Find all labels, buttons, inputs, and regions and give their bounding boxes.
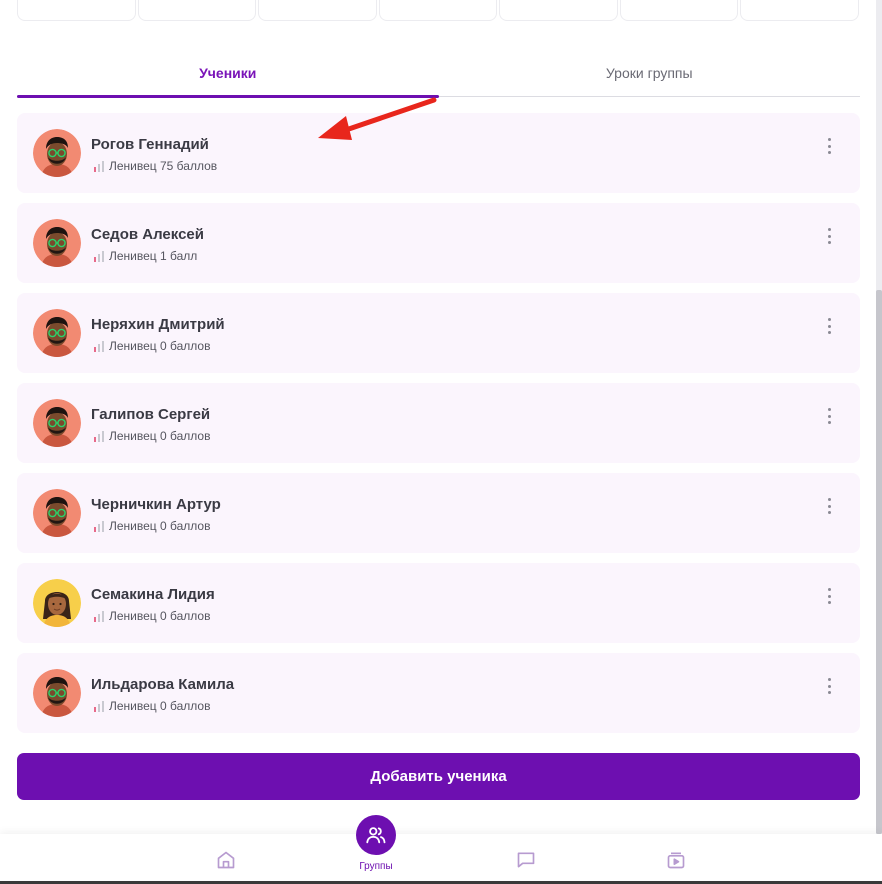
level-bars-icon bbox=[94, 160, 104, 172]
student-name: Рогов Геннадий bbox=[91, 136, 209, 153]
add-student-button[interactable]: Добавить ученика bbox=[17, 753, 860, 800]
top-card[interactable] bbox=[137, 0, 257, 21]
student-name: Семакина Лидия bbox=[91, 586, 215, 603]
more-options-icon[interactable] bbox=[822, 497, 836, 515]
nav-chat[interactable] bbox=[496, 834, 556, 881]
student-name: Черничкин Артур bbox=[91, 496, 221, 513]
top-card[interactable] bbox=[499, 0, 618, 21]
more-options-icon[interactable] bbox=[822, 677, 836, 695]
avatar bbox=[33, 579, 81, 627]
top-card[interactable] bbox=[17, 0, 136, 21]
top-card[interactable] bbox=[378, 0, 498, 21]
student-level-text: Ленивец 1 балл bbox=[109, 249, 198, 263]
nav-groups[interactable] bbox=[356, 815, 396, 855]
student-level-text: Ленивец 0 баллов bbox=[109, 699, 211, 713]
annotation-arrow bbox=[318, 97, 437, 140]
nav-home[interactable] bbox=[196, 834, 256, 881]
top-cards-row bbox=[17, 0, 860, 21]
chat-icon bbox=[517, 852, 535, 868]
student-level: Ленивец 1 балл bbox=[94, 249, 197, 263]
student-name: Седов Алексей bbox=[91, 226, 204, 243]
level-bars-icon bbox=[94, 430, 104, 442]
more-options-icon[interactable] bbox=[822, 137, 836, 155]
more-options-icon[interactable] bbox=[822, 317, 836, 335]
students-list: Рогов Геннадий Ленивец 75 баллов Седов Але… bbox=[17, 113, 860, 743]
student-level: Ленивец 0 баллов bbox=[94, 699, 210, 713]
student-level: Ленивец 75 баллов bbox=[94, 159, 217, 173]
more-options-icon[interactable] bbox=[822, 587, 836, 605]
bottom-nav bbox=[0, 834, 882, 881]
student-name: Неряхин Дмитрий bbox=[91, 316, 225, 333]
scrollbar-thumb[interactable] bbox=[876, 290, 882, 834]
level-bars-icon bbox=[94, 340, 104, 352]
student-card[interactable]: Неряхин Дмитрий Ленивец 0 баллов bbox=[17, 293, 860, 373]
avatar bbox=[33, 399, 81, 447]
level-bars-icon bbox=[94, 520, 104, 532]
top-card[interactable] bbox=[740, 0, 860, 21]
groups-icon bbox=[366, 827, 386, 844]
more-options-icon[interactable] bbox=[822, 407, 836, 425]
media-icon bbox=[667, 852, 685, 869]
avatar bbox=[33, 489, 81, 537]
student-level: Ленивец 0 баллов bbox=[94, 339, 210, 353]
top-card[interactable] bbox=[258, 0, 377, 21]
student-card[interactable]: Ильдарова Камила Ленивец 0 баллов bbox=[17, 653, 860, 733]
nav-groups-label: Группы bbox=[359, 861, 393, 872]
tab-group-lessons[interactable]: Уроки группы bbox=[439, 52, 861, 96]
tabs: Ученики Уроки группы bbox=[17, 52, 861, 98]
student-level-text: Ленивец 0 баллов bbox=[109, 519, 211, 533]
student-card[interactable]: Семакина Лидия Ленивец 0 баллов bbox=[17, 563, 860, 643]
level-bars-icon bbox=[94, 610, 104, 622]
student-level-text: Ленивец 0 баллов bbox=[109, 339, 211, 353]
student-level-text: Ленивец 0 баллов bbox=[109, 609, 211, 623]
level-bars-icon bbox=[94, 700, 104, 712]
level-bars-icon bbox=[94, 250, 104, 262]
home-icon bbox=[217, 851, 235, 869]
student-level-text: Ленивец 75 баллов bbox=[109, 159, 218, 173]
avatar bbox=[33, 309, 81, 357]
student-name: Галипов Сергей bbox=[91, 406, 211, 423]
student-level: Ленивец 0 баллов bbox=[94, 609, 210, 623]
avatar bbox=[33, 129, 81, 177]
student-card[interactable]: Черничкин Артур Ленивец 0 баллов bbox=[17, 473, 860, 553]
avatar bbox=[33, 669, 81, 717]
student-card[interactable]: Седов Алексей Ленивец 1 балл bbox=[17, 203, 860, 283]
student-level: Ленивец 0 баллов bbox=[94, 519, 210, 533]
avatar bbox=[33, 219, 81, 267]
top-card[interactable] bbox=[619, 0, 739, 21]
tab-students[interactable]: Ученики bbox=[17, 52, 439, 98]
more-options-icon[interactable] bbox=[822, 227, 836, 245]
nav-media[interactable] bbox=[646, 834, 706, 881]
student-level: Ленивец 0 баллов bbox=[94, 429, 210, 443]
student-name: Ильдарова Камила bbox=[91, 676, 235, 693]
student-level-text: Ленивец 0 баллов bbox=[109, 429, 211, 443]
student-card[interactable]: Галипов Сергей Ленивец 0 баллов bbox=[17, 383, 860, 463]
